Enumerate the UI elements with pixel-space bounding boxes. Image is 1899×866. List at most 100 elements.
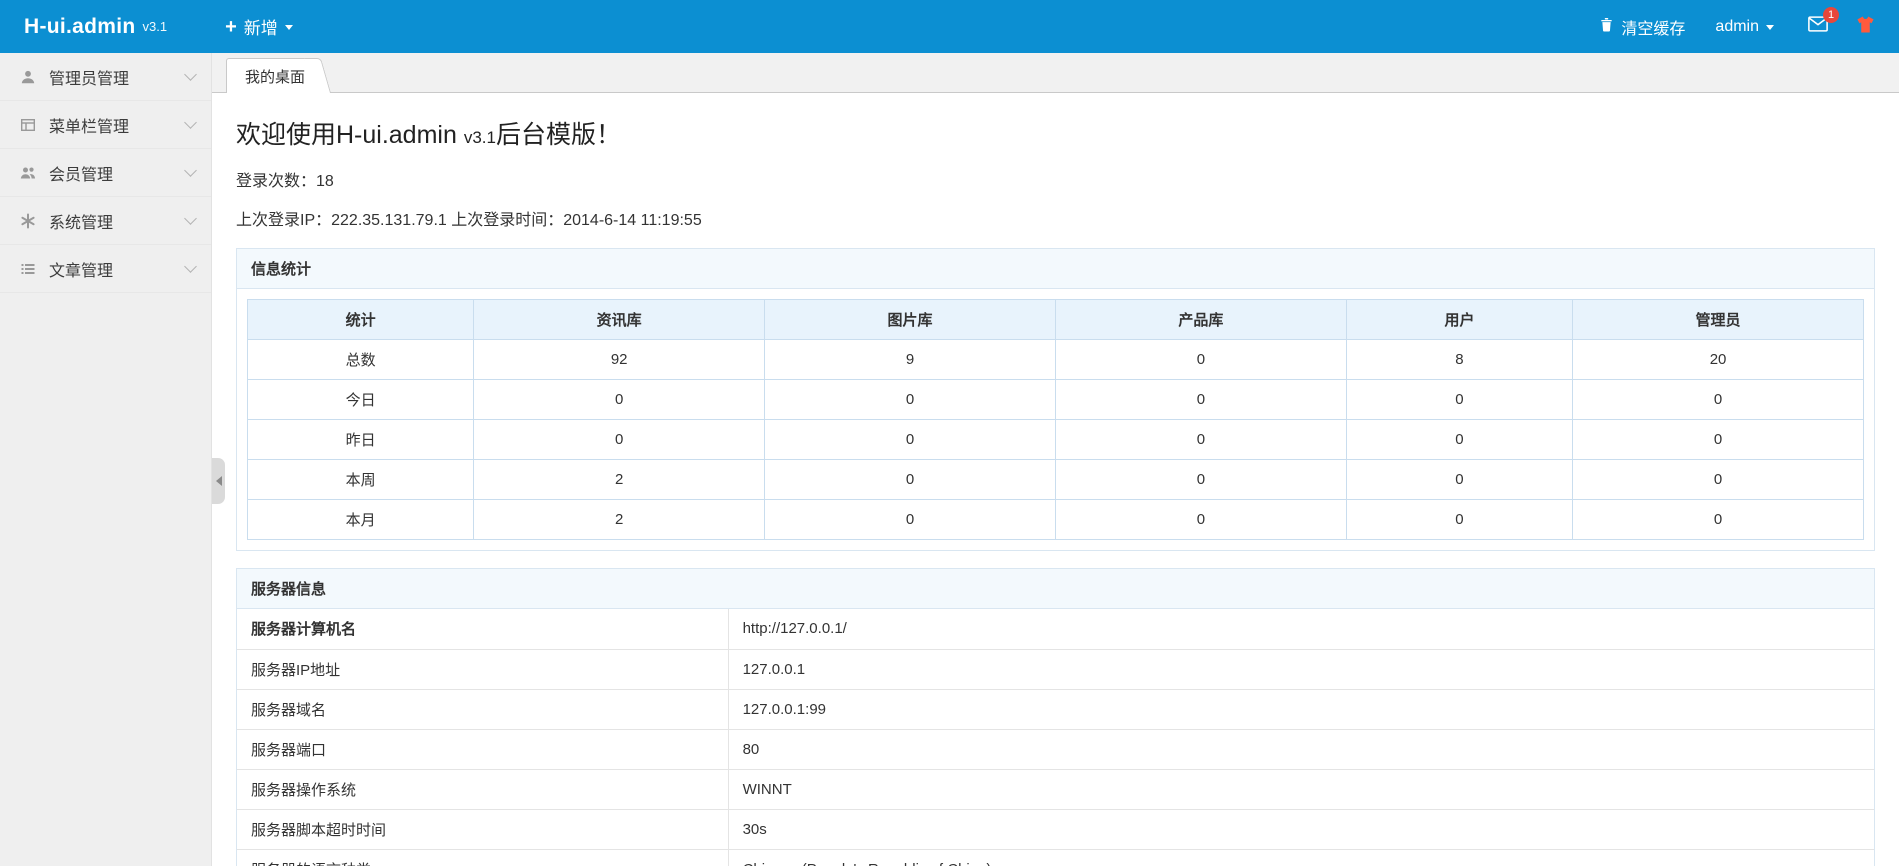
tab-my-desktop[interactable]: 我的桌面 [226,58,318,93]
server-panel-title: 服务器信息 [237,569,1874,609]
stats-header-cell: 资讯库 [473,299,766,340]
server-value-cell: Chinese (People's Republic of China) [728,849,1874,866]
app-logo: H-ui.admin [24,14,136,38]
stats-cell: 0 [764,459,1056,500]
stats-cell: 92 [473,339,766,380]
messages-button[interactable]: 1 [1808,7,1839,37]
sidebar-item-label: 文章管理 [49,262,114,280]
server-label-cell: 服务器的语言种类 [237,849,729,866]
chevron-down-icon [184,68,197,81]
chevron-down-icon [184,260,197,273]
table-row: 本周 2 0 0 0 0 [246,459,1864,500]
sidebar-item-admin-management[interactable]: 管理员管理 [0,53,211,101]
stats-cell: 0 [473,379,766,420]
content-area: 欢迎使用H-ui.admin v3.1后台模版！ 登录次数：18 上次登录IP：… [212,93,1899,866]
username: admin [1715,17,1759,35]
stats-cell: 0 [764,379,1056,420]
stats-header-cell: 管理员 [1572,299,1864,340]
chevron-down-icon [284,25,293,30]
stats-cell: 9 [764,339,1056,380]
sidebar-item-label: 管理员管理 [49,70,130,88]
stats-cell: 0 [1345,459,1574,500]
table-row: 昨日 0 0 0 0 0 [246,419,1864,460]
server-value-cell: 127.0.0.1:99 [728,689,1874,730]
stats-cell: 总数 [246,339,475,380]
server-value-cell: http://127.0.0.1/ [728,609,1874,650]
stats-header-cell: 产品库 [1054,299,1347,340]
table-row: 服务器的语言种类 Chinese (People's Republic of C… [237,849,1874,866]
stats-cell: 0 [1572,419,1864,460]
server-value-cell: WINNT [728,769,1874,810]
stats-panel: 信息统计 统计 资讯库 图片库 产品库 用户 管理员 总数 92 9 0 8 2… [236,248,1875,551]
message-count-badge: 1 [1823,7,1839,23]
server-label-cell: 服务器计算机名 [237,609,729,650]
clear-cache-button[interactable]: 清空缓存 [1599,15,1685,39]
main-layout: 管理员管理 菜单栏管理 会员管理 系统管理 文章管理 我的桌面 欢迎使用H-ui… [0,53,1899,866]
stats-cell: 2 [473,499,766,540]
stats-cell: 0 [1572,379,1864,420]
stats-cell: 0 [1345,419,1574,460]
stats-cell: 0 [764,499,1056,540]
user-dropdown[interactable]: admin [1715,18,1774,36]
plus-icon: + [225,15,237,38]
table-row: 服务器计算机名 http://127.0.0.1/ [237,609,1874,650]
chevron-down-icon [184,116,197,129]
chevron-down-icon [184,164,197,177]
stats-cell: 2 [473,459,766,500]
sidebar-collapse-handle[interactable] [212,458,225,504]
topbar: H-ui.admin v3.1 + 新增 清空缓存 admin 1 [0,0,1899,53]
sidebar-item-label: 会员管理 [49,166,114,184]
stats-cell: 0 [1345,499,1574,540]
server-value-cell: 30s [728,809,1874,850]
chevron-down-icon [1766,25,1774,30]
sidebar-item-member-management[interactable]: 会员管理 [0,149,211,197]
server-label-cell: 服务器端口 [237,729,729,770]
gear-icon [20,213,38,229]
stats-cell: 0 [1054,499,1347,540]
stats-table: 统计 资讯库 图片库 产品库 用户 管理员 总数 92 9 0 8 20 今日 … [246,299,1864,540]
add-new-button[interactable]: + 新增 [225,14,293,39]
page-title-version: v3.1 [463,128,496,147]
trash-icon [1599,17,1614,37]
table-row: 今日 0 0 0 0 0 [246,379,1864,420]
stats-panel-title: 信息统计 [237,249,1874,289]
server-label-cell: 服务器域名 [237,689,729,730]
stats-cell: 本周 [246,459,475,500]
tab-label: 我的桌面 [245,68,306,86]
main-area: 我的桌面 欢迎使用H-ui.admin v3.1后台模版！ 登录次数：18 上次… [212,53,1899,866]
stats-cell: 0 [1572,459,1864,500]
server-value-cell: 80 [728,729,1874,770]
sidebar-item-article-management[interactable]: 文章管理 [0,245,211,293]
theme-skin-button[interactable] [1856,15,1875,39]
stats-cell: 昨日 [246,419,475,460]
chevron-down-icon [184,212,197,225]
stats-cell: 0 [1054,339,1347,380]
table-row: 服务器域名 127.0.0.1:99 [237,689,1874,730]
stats-cell: 本月 [246,499,475,540]
chevron-left-icon [215,476,222,486]
server-label-cell: 服务器操作系统 [237,769,729,810]
table-row: 服务器IP地址 127.0.0.1 [237,649,1874,690]
sidebar-item-menu-management[interactable]: 菜单栏管理 [0,101,211,149]
page-title: 欢迎使用H-ui.admin v3.1后台模版！ [236,115,1875,151]
stats-cell: 0 [473,419,766,460]
page-title-text: 欢迎使用H-ui.admin [236,121,464,149]
stats-cell: 0 [1345,379,1574,420]
sidebar-item-system-management[interactable]: 系统管理 [0,197,211,245]
stats-cell: 8 [1345,339,1574,380]
user-icon [20,69,38,85]
table-row: 本月 2 0 0 0 0 [246,499,1864,540]
stats-cell: 今日 [246,379,475,420]
last-login-text: 上次登录IP：222.35.131.79.1 上次登录时间：2014-6-14 … [236,212,702,229]
menu-grid-icon [20,117,38,133]
server-info-table: 服务器计算机名 http://127.0.0.1/ 服务器IP地址 127.0.… [237,609,1874,866]
tab-bar: 我的桌面 [212,53,1899,93]
stats-header-cell: 统计 [246,299,475,340]
stats-header-cell: 用户 [1345,299,1574,340]
login-count-text: 登录次数：18 [236,173,334,190]
table-row: 服务器操作系统 WINNT [237,769,1874,810]
sidebar: 管理员管理 菜单栏管理 会员管理 系统管理 文章管理 [0,53,212,866]
table-row: 服务器端口 80 [237,729,1874,770]
stats-cell: 0 [1572,499,1864,540]
stats-cell: 20 [1572,339,1864,380]
